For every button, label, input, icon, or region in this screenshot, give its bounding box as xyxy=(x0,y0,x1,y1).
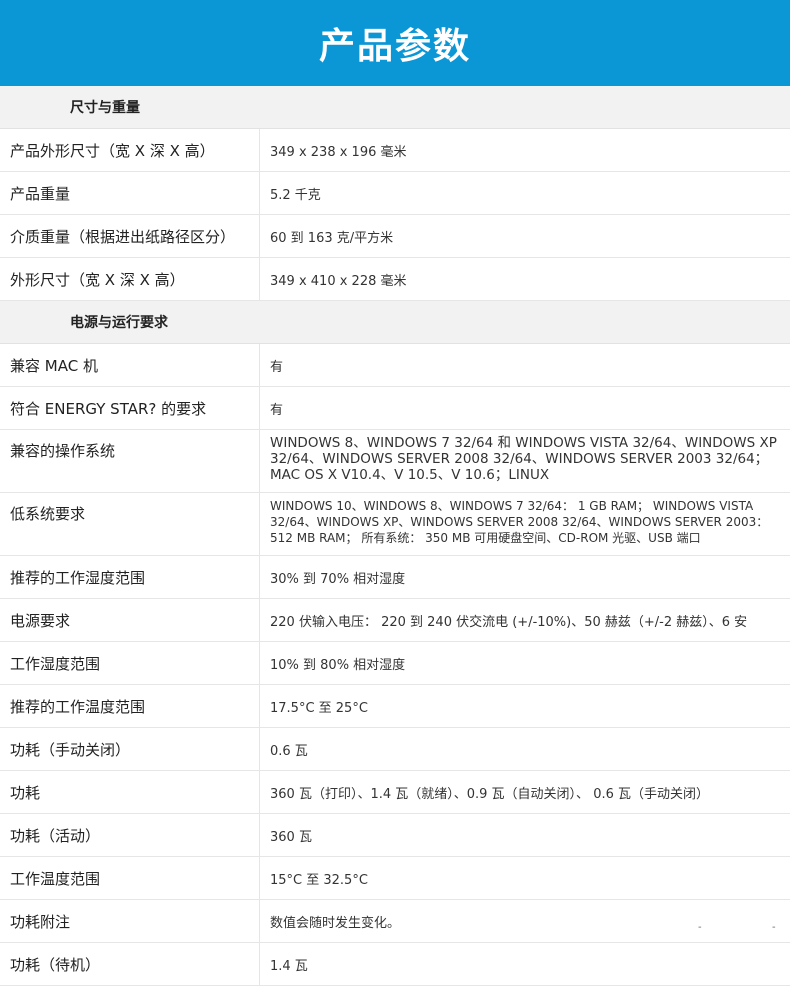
spec-label: 推荐的工作温度范围 xyxy=(0,685,260,727)
spec-row: 工作湿度范围 10% 到 80% 相对湿度 xyxy=(0,642,790,685)
page-banner: 产品参数 xyxy=(0,0,790,86)
section-title: 尺寸与重量 xyxy=(70,100,140,116)
section-header-dimensions: 尺寸与重量 xyxy=(0,86,790,129)
spec-label: 推荐的工作湿度范围 xyxy=(0,556,260,598)
spec-label: 电源要求 xyxy=(0,599,260,641)
spec-row: 产品重量 5.2 千克 xyxy=(0,172,790,215)
spec-row: 电源要求 220 伏输入电压： 220 到 240 伏交流电 (+/-10%)、… xyxy=(0,599,790,642)
spec-label: 产品外形尺寸（宽 X 深 X 高） xyxy=(0,129,260,171)
spec-row: 符合 ENERGY STAR? 的要求 有 xyxy=(0,387,790,430)
spec-value: 60 到 163 克/平方米 xyxy=(270,230,394,246)
spec-value: 有 xyxy=(270,359,284,375)
spec-value: 数值会随时发生变化。 xyxy=(270,915,401,931)
spec-value: WINDOWS 8、WINDOWS 7 32/64 和 WINDOWS VIST… xyxy=(270,435,777,483)
spec-value: 15°C 至 32.5°C xyxy=(270,872,368,888)
spec-value: 10% 到 80% 相对湿度 xyxy=(270,657,406,673)
spec-value: 30% 到 70% 相对湿度 xyxy=(270,571,406,587)
spec-value: 349 x 410 x 228 毫米 xyxy=(270,273,407,289)
spec-row: 推荐的工作湿度范围 30% 到 70% 相对湿度 xyxy=(0,556,790,599)
spec-row: 功耗（活动） 360 瓦 xyxy=(0,814,790,857)
spec-row: 工作温度范围 15°C 至 32.5°C xyxy=(0,857,790,900)
section-title: 电源与运行要求 xyxy=(70,315,168,331)
spec-value: 360 瓦 xyxy=(270,829,312,845)
spec-label: 兼容的操作系统 xyxy=(0,430,260,492)
spec-row: 兼容 MAC 机 有 xyxy=(0,344,790,387)
spec-label: 功耗（手动关闭） xyxy=(0,728,260,770)
spec-row: 低系统要求 WINDOWS 10、WINDOWS 8、WINDOWS 7 32/… xyxy=(0,493,790,556)
spec-value: 5.2 千克 xyxy=(270,187,321,203)
spec-label: 外形尺寸（宽 X 深 X 高） xyxy=(0,258,260,300)
spec-row: 功耗（手动关闭） 0.6 瓦 xyxy=(0,728,790,771)
stray-mark: - xyxy=(698,922,702,933)
spec-label: 功耗附注 xyxy=(0,900,260,942)
spec-label: 低系统要求 xyxy=(0,493,260,555)
spec-value: 220 伏输入电压： 220 到 240 伏交流电 (+/-10%)、50 赫兹… xyxy=(270,614,748,630)
spec-row: 外形尺寸（宽 X 深 X 高） 349 x 410 x 228 毫米 xyxy=(0,258,790,301)
spec-row: 产品外形尺寸（宽 X 深 X 高） 349 x 238 x 196 毫米 xyxy=(0,129,790,172)
spec-value: 349 x 238 x 196 毫米 xyxy=(270,144,407,160)
spec-value: 1.4 瓦 xyxy=(270,958,308,974)
spec-row: 介质重量（根据进出纸路径区分） 60 到 163 克/平方米 xyxy=(0,215,790,258)
spec-row: 功耗 360 瓦（打印）、1.4 瓦（就绪）、0.9 瓦（自动关闭）、 0.6 … xyxy=(0,771,790,814)
spec-label: 工作温度范围 xyxy=(0,857,260,899)
spec-value: 17.5°C 至 25°C xyxy=(270,700,368,716)
spec-row: 推荐的工作温度范围 17.5°C 至 25°C xyxy=(0,685,790,728)
spec-row: 功耗（待机） 1.4 瓦 xyxy=(0,943,790,986)
spec-label: 功耗（活动） xyxy=(0,814,260,856)
stray-mark: - xyxy=(772,922,776,933)
spec-label: 产品重量 xyxy=(0,172,260,214)
spec-value: 360 瓦（打印）、1.4 瓦（就绪）、0.9 瓦（自动关闭）、 0.6 瓦（手… xyxy=(270,786,709,802)
spec-row: 功耗附注 数值会随时发生变化。 - - xyxy=(0,900,790,943)
spec-label: 功耗（待机） xyxy=(0,943,260,985)
spec-label: 符合 ENERGY STAR? 的要求 xyxy=(0,387,260,429)
spec-value: 0.6 瓦 xyxy=(270,743,308,759)
spec-label: 兼容 MAC 机 xyxy=(0,344,260,386)
section-header-power: 电源与运行要求 xyxy=(0,301,790,344)
spec-label: 介质重量（根据进出纸路径区分） xyxy=(0,215,260,257)
banner-title: 产品参数 xyxy=(318,26,471,67)
spec-label: 功耗 xyxy=(0,771,260,813)
spec-value-container: 数值会随时发生变化。 - - xyxy=(260,900,790,942)
spec-row: 兼容的操作系统 WINDOWS 8、WINDOWS 7 32/64 和 WIND… xyxy=(0,430,790,493)
spec-value: WINDOWS 10、WINDOWS 8、WINDOWS 7 32/64： 1 … xyxy=(270,499,769,545)
spec-label: 工作湿度范围 xyxy=(0,642,260,684)
spec-value: 有 xyxy=(270,402,284,418)
